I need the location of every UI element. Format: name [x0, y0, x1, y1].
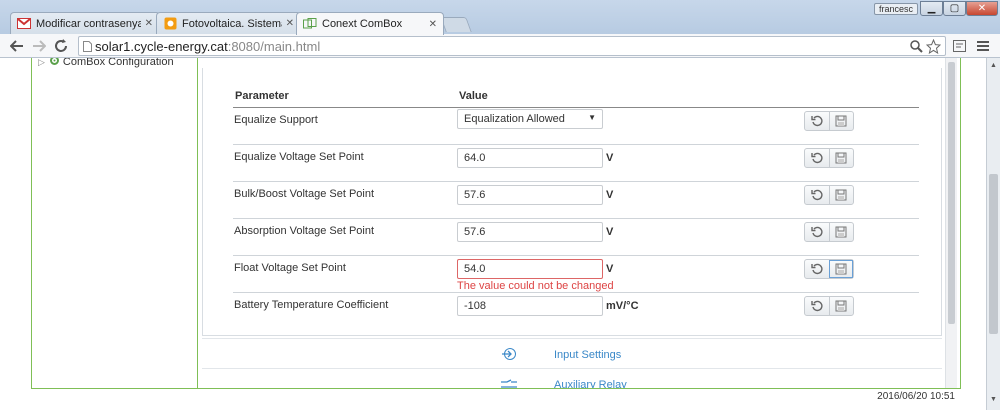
- status-bar: 2016/06/20 10:51: [31, 388, 961, 404]
- float-voltage-input[interactable]: 54.0: [457, 259, 603, 279]
- tab-close-icon[interactable]: ✕: [429, 19, 437, 30]
- parameter-name: Bulk/Boost Voltage Set Point: [234, 188, 375, 200]
- reset-icon[interactable]: [805, 149, 829, 167]
- save-icon[interactable]: [828, 223, 853, 241]
- maximize-button[interactable]: ▢: [943, 1, 966, 16]
- unit-label: mV/°C: [606, 300, 639, 312]
- tab-title: Conext ComBox: [322, 18, 403, 30]
- table-row: Battery Temperature Coefficient -108 mV/…: [233, 293, 919, 330]
- save-icon[interactable]: [828, 186, 853, 204]
- tab-gmail[interactable]: Modificar contrasenya en ✕: [10, 12, 160, 34]
- page-viewport: ▷ ComBox Configuration Parameter Value E…: [0, 58, 986, 410]
- column-header-value: Value: [459, 90, 488, 102]
- page-scrollbar[interactable]: ▲ ▼: [986, 58, 1000, 410]
- tree-expander-icon[interactable]: ▷: [38, 58, 45, 68]
- tab-conext-combox[interactable]: Conext ComBox ✕: [296, 12, 444, 35]
- tab-fotovoltaica[interactable]: Fotovoltaica. Sistemas ais ✕: [156, 12, 301, 34]
- nav-item-label: ComBox Configuration: [62, 58, 174, 68]
- bulk-boost-voltage-input[interactable]: 57.6: [457, 185, 603, 205]
- unit-label: V: [606, 189, 614, 201]
- scroll-up-icon[interactable]: ▲: [987, 58, 1000, 72]
- minimize-button[interactable]: ▁: [920, 1, 943, 16]
- table-header: Parameter Value: [233, 80, 919, 108]
- equalize-support-select[interactable]: Equalization Allowed ▼: [457, 109, 603, 129]
- reset-icon[interactable]: [805, 112, 829, 130]
- browser-toolbar: solar1.cycle-energy.cat:8080/main.html: [0, 34, 1000, 58]
- table-row: Equalize Support Equalization Allowed ▼: [233, 108, 919, 145]
- profile-badge[interactable]: francesc: [874, 3, 919, 15]
- section-label: Input Settings: [554, 349, 622, 361]
- section-input-settings[interactable]: Input Settings: [202, 338, 942, 368]
- bookmark-star-icon[interactable]: [925, 38, 942, 57]
- unit-label: V: [606, 263, 614, 275]
- row-actions: [804, 296, 854, 316]
- inner-scrollbar[interactable]: [945, 58, 957, 388]
- table-row: Bulk/Boost Voltage Set Point 57.6 V: [233, 182, 919, 219]
- back-arrow-icon[interactable]: [8, 37, 26, 55]
- settings-panel: Parameter Value Equalize Support Equaliz…: [202, 68, 942, 336]
- zoom-icon[interactable]: [910, 40, 923, 56]
- gmail-icon: [17, 17, 31, 31]
- row-actions: [804, 222, 854, 242]
- new-tab-button[interactable]: [440, 17, 472, 32]
- close-window-button[interactable]: ✕: [966, 1, 998, 16]
- scrollbar-thumb[interactable]: [989, 174, 998, 334]
- parameter-name: Equalize Voltage Set Point: [234, 151, 364, 163]
- error-message: The value could not be changed: [457, 280, 614, 292]
- parameter-name: Battery Temperature Coefficient: [234, 299, 389, 311]
- forward-arrow-icon[interactable]: [30, 37, 48, 55]
- parameter-name: Absorption Voltage Set Point: [234, 225, 375, 237]
- scroll-down-icon[interactable]: ▼: [987, 392, 1000, 406]
- address-bar[interactable]: solar1.cycle-energy.cat:8080/main.html: [78, 36, 946, 56]
- table-row: Float Voltage Set Point 54.0 V The value…: [233, 256, 919, 293]
- left-navigation: ▷ ComBox Configuration: [32, 58, 198, 388]
- reset-icon[interactable]: [805, 223, 829, 241]
- unit-label: V: [606, 226, 614, 238]
- url-text: solar1.cycle-energy.cat:8080/main.html: [95, 38, 321, 54]
- page-icon: [83, 41, 92, 55]
- row-actions: [804, 259, 854, 279]
- save-icon[interactable]: [828, 112, 853, 130]
- page-frame: ▷ ComBox Configuration Parameter Value E…: [31, 58, 961, 404]
- browser-titlebar: Modificar contrasenya en ✕ Fotovoltaica.…: [0, 0, 1000, 35]
- unit-label: V: [606, 152, 614, 164]
- row-actions: [804, 148, 854, 168]
- tab-title: Modificar contrasenya en: [36, 17, 141, 30]
- tab-title: Fotovoltaica. Sistemas ais: [182, 17, 282, 30]
- extension-icon[interactable]: [950, 37, 968, 55]
- table-row: Absorption Voltage Set Point 57.6 V: [233, 219, 919, 256]
- reset-icon[interactable]: [805, 297, 829, 315]
- select-value: Equalization Allowed: [464, 113, 565, 125]
- caret-down-icon: ▼: [588, 113, 596, 122]
- reload-icon[interactable]: [52, 37, 70, 55]
- blog-icon: [163, 17, 177, 31]
- absorption-voltage-input[interactable]: 57.6: [457, 222, 603, 242]
- reset-icon[interactable]: [805, 186, 829, 204]
- equalize-voltage-input[interactable]: 64.0: [457, 148, 603, 168]
- gear-icon: [49, 58, 60, 69]
- inner-scrollbar-thumb[interactable]: [948, 62, 955, 324]
- parameter-name: Equalize Support: [234, 114, 318, 126]
- tab-close-icon[interactable]: ✕: [286, 18, 294, 29]
- conext-icon: [303, 17, 317, 31]
- row-actions: [804, 111, 854, 131]
- column-header-parameter: Parameter: [235, 90, 289, 102]
- nav-item-combox-configuration[interactable]: ▷ ComBox Configuration: [38, 58, 174, 69]
- status-datetime: 2016/06/20 10:51: [877, 391, 955, 402]
- save-icon[interactable]: [828, 260, 853, 278]
- save-icon[interactable]: [828, 149, 853, 167]
- parameter-name: Float Voltage Set Point: [234, 262, 346, 274]
- row-actions: [804, 185, 854, 205]
- menu-icon[interactable]: [974, 37, 992, 55]
- reset-icon[interactable]: [805, 260, 829, 278]
- battery-temp-coefficient-input[interactable]: -108: [457, 296, 603, 316]
- tab-close-icon[interactable]: ✕: [145, 18, 153, 29]
- main-content: Parameter Value Equalize Support Equaliz…: [199, 58, 957, 398]
- input-arrow-icon: [500, 347, 518, 361]
- save-icon[interactable]: [828, 297, 853, 315]
- table-row: Equalize Voltage Set Point 64.0 V: [233, 145, 919, 182]
